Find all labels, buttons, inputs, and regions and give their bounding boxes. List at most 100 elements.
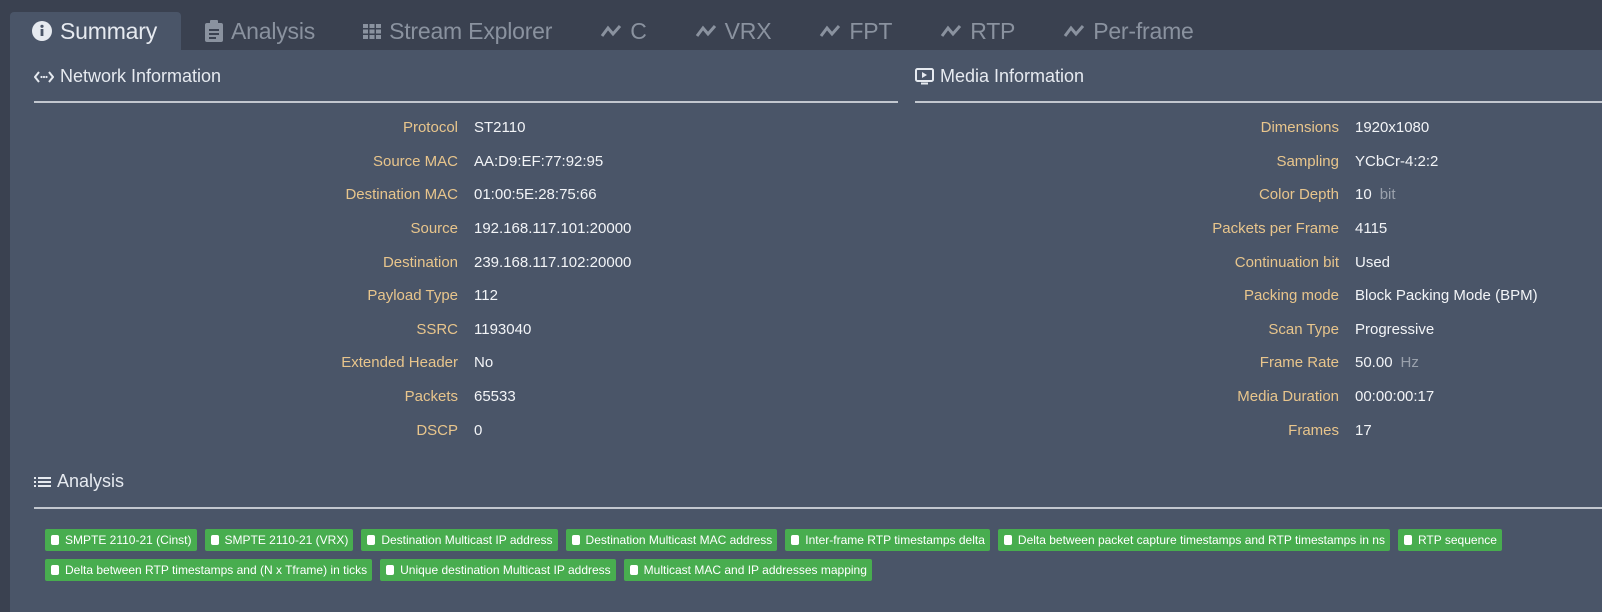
badge-label: SMPTE 2110-21 (Cinst): [65, 533, 192, 547]
tab-fpt[interactable]: FPT: [795, 12, 916, 50]
info-key: Source MAC: [372, 152, 458, 170]
analysis-badge[interactable]: Unique destination Multicast IP address: [380, 559, 616, 581]
info-key: Frames: [1288, 421, 1339, 439]
database-icon: [51, 535, 59, 545]
info-row: Scan Type Progressive: [1140, 313, 1538, 347]
info-value: 65533: [474, 388, 516, 406]
analysis-badge[interactable]: SMPTE 2110-21 (Cinst): [45, 529, 197, 551]
media-divider: [915, 101, 1602, 103]
badge-label: Multicast MAC and IP addresses mapping: [643, 563, 867, 577]
tab-stream-explorer[interactable]: Stream Explorer: [339, 12, 576, 50]
info-key: DSCP: [416, 421, 458, 439]
info-row: Extended Header No: [300, 346, 631, 380]
info-value: AA:D9:EF:77:92:95: [474, 152, 604, 170]
info-row: Packing mode Block Packing Mode (BPM): [1140, 279, 1538, 313]
info-row: Payload Type 112: [300, 279, 631, 313]
info-row: Color Depth 10 bit: [1140, 178, 1538, 212]
database-icon: [571, 535, 580, 545]
clipboard-icon: [205, 20, 224, 42]
badge-label: Destination Multicast IP address: [381, 533, 553, 547]
tab-rtp[interactable]: RTP: [916, 12, 1039, 50]
info-value: 1920x1080: [1355, 119, 1430, 137]
info-key: SSRC: [416, 320, 458, 338]
info-key: Sampling: [1276, 152, 1339, 170]
tab-label: Analysis: [231, 17, 316, 44]
analysis-badge[interactable]: Delta between RTP timestamps and (N x Tf…: [45, 559, 373, 581]
info-row: Media Duration 00:00:00:17: [1140, 380, 1538, 414]
tab-vrx[interactable]: VRX: [671, 12, 796, 50]
analysis-badge[interactable]: RTP sequence: [1397, 529, 1502, 551]
grid-icon: [363, 23, 382, 39]
info-value: Progressive: [1355, 320, 1435, 338]
info-value: 00:00:00:17: [1355, 388, 1435, 406]
info-key: Scan Type: [1268, 320, 1339, 338]
line-chart-icon: [600, 24, 622, 38]
analysis-title: Analysis: [34, 471, 124, 492]
info-value: 1193040: [474, 320, 532, 338]
badge-label: Delta between RTP timestamps and (N x Tf…: [65, 563, 368, 577]
tab-label: Per-frame: [1093, 17, 1194, 44]
line-chart-icon: [819, 24, 841, 38]
badge-label: Inter-frame RTP timestamps delta: [805, 533, 985, 547]
media-information-title: Media Information: [915, 66, 1084, 87]
badge-label: Unique destination Multicast IP address: [400, 563, 611, 577]
info-row: Source 192.168.117.101:20000: [300, 212, 631, 246]
network-information-title: Network Information: [34, 66, 221, 87]
line-chart-icon: [695, 24, 717, 38]
analysis-badge[interactable]: Delta between packet capture timestamps …: [997, 529, 1390, 551]
info-row: Source MAC AA:D9:EF:77:92:95: [300, 145, 631, 179]
info-key: Packing mode: [1243, 287, 1339, 305]
info-key: Packets per Frame: [1212, 220, 1339, 238]
info-value: Used: [1355, 253, 1391, 271]
list-icon: [34, 476, 51, 488]
info-icon: [32, 21, 52, 41]
info-unit: bit: [1379, 186, 1396, 204]
badge-label: Destination Multicast MAC address: [585, 533, 773, 547]
info-value: ST2110: [474, 119, 526, 137]
database-icon: [367, 535, 376, 545]
database-icon: [629, 565, 638, 575]
tab-summary[interactable]: Summary: [10, 12, 182, 50]
info-value: 192.168.117.101:20000: [474, 220, 632, 238]
info-row: Dimensions 1920x1080: [1140, 111, 1538, 145]
info-value: Block Packing Mode (BPM): [1355, 287, 1538, 305]
info-row: DSCP 0: [300, 413, 631, 447]
tab-c[interactable]: C: [576, 12, 670, 50]
info-value: 01:00:5E:28:75:66: [474, 186, 597, 204]
info-row: Destination MAC 01:00:5E:28:75:66: [300, 178, 631, 212]
tab-bar: Summary Analysis Stream Explorer C VRX F…: [10, 12, 1218, 50]
tab-label: C: [630, 17, 647, 44]
info-row: Sampling YCbCr-4:2:2: [1140, 145, 1538, 179]
info-value: 17: [1355, 421, 1372, 439]
info-row: Frames 17: [1140, 413, 1538, 447]
info-value: 112: [474, 287, 498, 305]
badge-label: Delta between packet capture timestamps …: [1017, 533, 1385, 547]
badge-row: SMPTE 2110-21 (Cinst) SMPTE 2110-21 (VRX)…: [45, 529, 1565, 551]
line-chart-icon: [1063, 24, 1085, 38]
network-info-list: Protocol ST2110 Source MAC AA:D9:EF:77:92:9…: [300, 111, 631, 447]
info-unit: Hz: [1400, 354, 1419, 372]
tab-label: Summary: [60, 17, 158, 44]
analysis-badge[interactable]: Inter-frame RTP timestamps delta: [785, 529, 990, 551]
database-icon: [386, 565, 395, 575]
analysis-badge[interactable]: Destination Multicast IP address: [361, 529, 558, 551]
tab-label: Stream Explorer: [389, 17, 553, 44]
analysis-divider: [34, 507, 1602, 509]
network-divider: [34, 101, 898, 103]
analysis-badges: SMPTE 2110-21 (Cinst) SMPTE 2110-21 (VRX)…: [45, 529, 1565, 589]
line-chart-icon: [940, 24, 962, 38]
tab-per-frame[interactable]: Per-frame: [1039, 12, 1217, 50]
badge-label: RTP sequence: [1417, 533, 1497, 547]
analysis-badge[interactable]: SMPTE 2110-21 (VRX): [204, 529, 354, 551]
info-key: Payload Type: [367, 287, 458, 305]
info-key: Destination: [382, 253, 458, 271]
info-key: Dimensions: [1260, 119, 1339, 137]
analysis-badge[interactable]: Destination Multicast MAC address: [565, 529, 778, 551]
info-key: Destination MAC: [345, 186, 458, 204]
tab-analysis[interactable]: Analysis: [181, 12, 339, 50]
network-code-icon: [34, 70, 54, 83]
badge-label: SMPTE 2110-21 (VRX): [224, 533, 349, 547]
analysis-badge[interactable]: Multicast MAC and IP addresses mapping: [623, 559, 872, 581]
info-row: Continuation bit Used: [1140, 245, 1538, 279]
section-title-text: Network Information: [60, 66, 222, 86]
